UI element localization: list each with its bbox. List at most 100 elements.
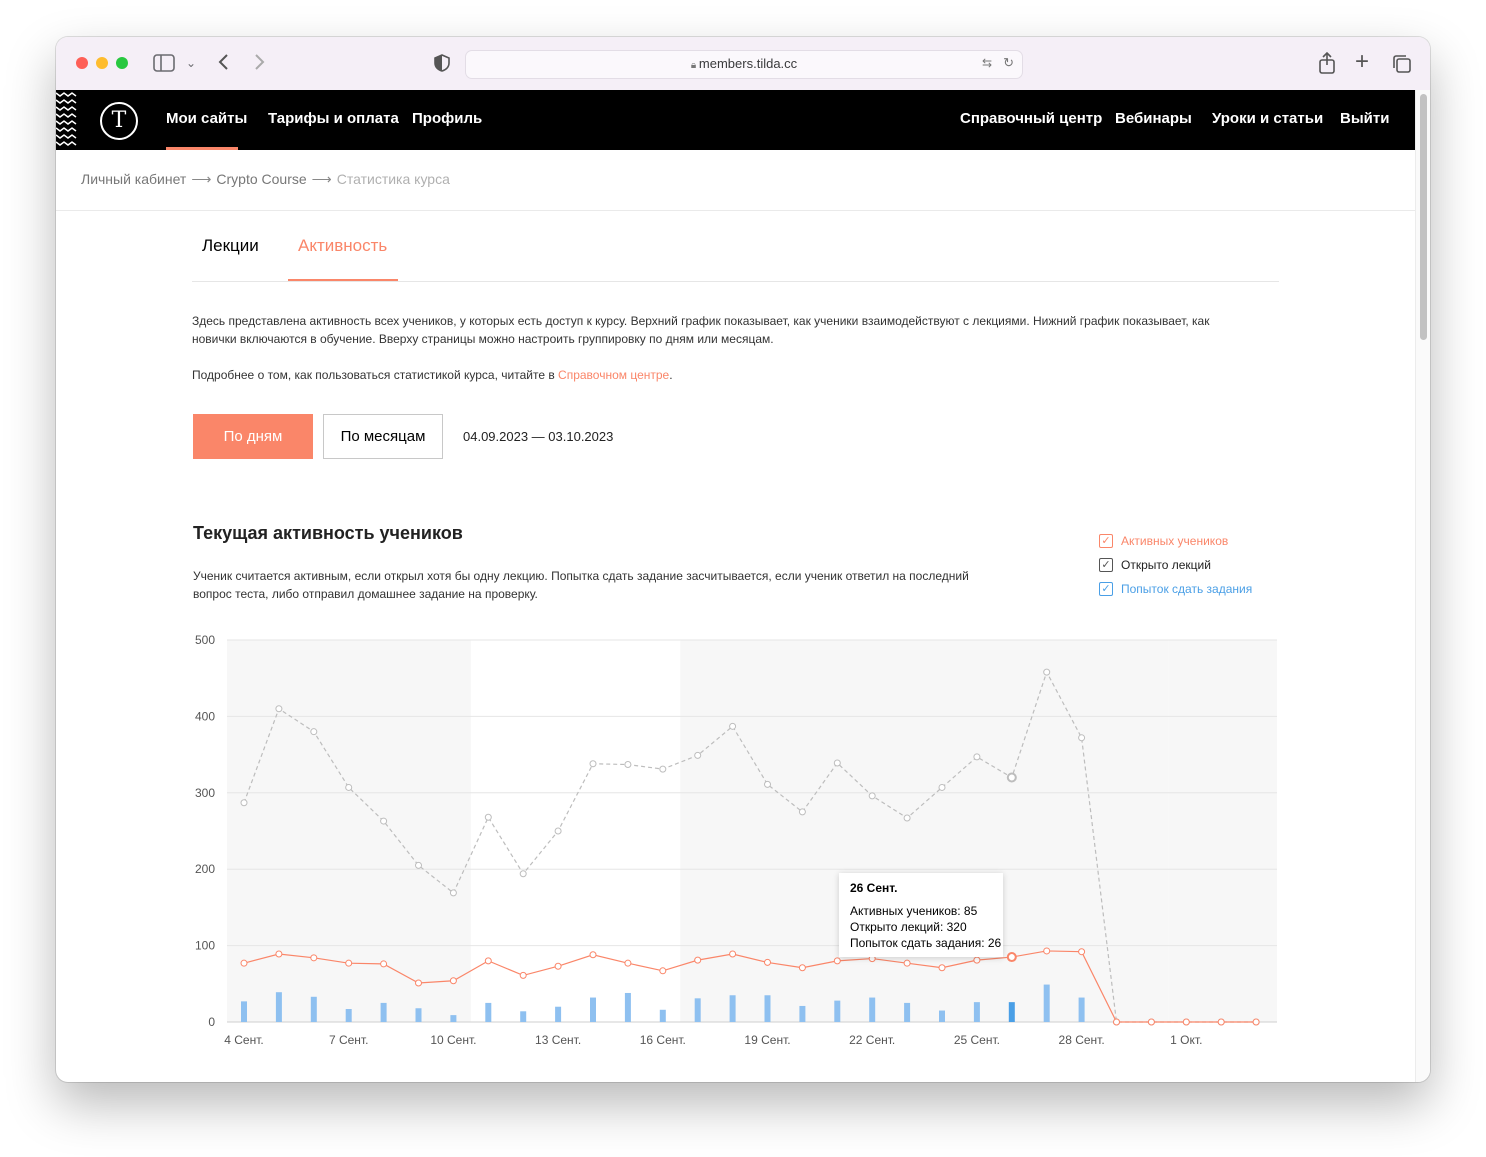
bar-submission-attempts (973, 1002, 980, 1022)
point-active-students (1217, 1018, 1225, 1026)
point-active-students (1147, 1018, 1155, 1026)
group-by-days-button[interactable]: По дням (193, 414, 313, 459)
point-opened-lectures (519, 870, 527, 878)
point-opened-lectures (868, 792, 876, 800)
nav-profile[interactable]: Профиль (412, 110, 482, 127)
help-center-link[interactable]: Справочном центре (558, 368, 669, 382)
chevron-down-icon[interactable]: ⌄ (186, 54, 196, 72)
bar-submission-attempts (310, 996, 317, 1022)
point-active-students (1252, 1018, 1260, 1026)
point-active-students (903, 959, 911, 967)
tilda-logo[interactable]: T (100, 102, 138, 140)
legend-label: Попыток сдать задания (1121, 582, 1253, 596)
point-active-students (1113, 1018, 1120, 1026)
tooltip-title: 26 Сент. (850, 881, 898, 895)
breadcrumb-arrow-icon: ⟶ (311, 171, 332, 187)
point-opened-lectures (275, 705, 283, 713)
weekend-band (924, 640, 1169, 1022)
divider (56, 210, 1415, 211)
address-bar[interactable]: 🔒︎ members.tilda.cc ⇆ ↻ (465, 50, 1023, 79)
top-navigation: T Мои сайты Тарифы и оплата Профиль Спра… (56, 90, 1415, 150)
point-active-students (589, 951, 597, 959)
bar-submission-attempts (1008, 1002, 1015, 1022)
nav-help-center[interactable]: Справочный центр (960, 110, 1102, 127)
point-opened-lectures (449, 889, 457, 897)
point-active-students (833, 957, 841, 965)
help-note-suffix: . (669, 368, 673, 382)
new-tab-icon[interactable]: + (1355, 50, 1369, 74)
tabs-overview-icon[interactable] (1392, 54, 1412, 77)
x-tick-label: 13 Сент. (535, 1033, 581, 1047)
bar-submission-attempts (275, 992, 282, 1022)
point-active-students (275, 950, 283, 958)
checkbox-icon[interactable]: ✓ (1099, 582, 1113, 596)
tooltip-active-students: Активных учеников: 85 (850, 904, 978, 918)
point-opened-lectures (938, 783, 946, 791)
point-active-students (310, 954, 318, 962)
forward-icon[interactable] (254, 53, 266, 74)
section-title: Текущая активность учеников (193, 523, 463, 543)
point-opened-lectures (624, 761, 632, 769)
point-opened-lectures (310, 728, 318, 736)
browser-titlebar: ⌄ 🔒︎ members.tilda.cc ⇆ ↻ + (56, 37, 1430, 91)
bar-submission-attempts (694, 998, 701, 1022)
tooltip-opened-lectures: Открыто лекций: 320 (850, 920, 967, 934)
nav-webinars[interactable]: Вебинары (1115, 110, 1192, 127)
bar-submission-attempts (450, 1015, 457, 1022)
point-active-students (1006, 952, 1017, 963)
point-opened-lectures (694, 751, 702, 759)
point-active-students (729, 950, 737, 958)
help-note: Подробнее о том, как пользоваться статис… (192, 366, 1252, 384)
nav-plans-billing[interactable]: Тарифы и оплата (268, 110, 399, 127)
nav-lessons-articles[interactable]: Уроки и статьи (1212, 110, 1323, 127)
checkbox-icon[interactable]: ✓ (1099, 534, 1113, 548)
help-note-prefix: Подробнее о том, как пользоваться статис… (192, 368, 559, 382)
tab-activity[interactable]: Активность (298, 236, 387, 256)
breadcrumb-course[interactable]: Crypto Course (216, 171, 306, 187)
y-tick-label: 200 (195, 862, 215, 876)
point-opened-lectures (415, 861, 422, 869)
point-active-students (380, 960, 388, 968)
scrollbar-thumb[interactable] (1420, 94, 1427, 340)
point-active-students (973, 956, 981, 964)
x-tick-label: 16 Сент. (640, 1033, 686, 1047)
checkbox-icon[interactable]: ✓ (1099, 558, 1113, 572)
translate-icon[interactable]: ⇆ (982, 56, 992, 70)
shield-icon[interactable] (434, 54, 450, 75)
y-tick-label: 500 (195, 633, 215, 647)
legend-label: Открыто лекций (1121, 558, 1211, 572)
date-range[interactable]: 04.09.2023 — 03.10.2023 (463, 429, 613, 444)
reload-icon[interactable]: ↻ (1003, 55, 1014, 71)
point-active-students (1182, 1018, 1190, 1026)
bar-submission-attempts (241, 1001, 247, 1022)
point-opened-lectures (1006, 772, 1017, 783)
breadcrumb-account[interactable]: Личный кабинет (81, 171, 186, 187)
x-tick-label: 22 Сент. (849, 1033, 895, 1047)
breadcrumb: Личный кабинет ⟶ Crypto Course ⟶ Статистика … (81, 171, 450, 188)
back-icon[interactable] (217, 53, 229, 74)
bar-submission-attempts (659, 1009, 666, 1022)
close-window-button[interactable] (76, 57, 88, 69)
sidebar-toggle-icon[interactable] (153, 54, 175, 75)
point-active-students (554, 962, 562, 970)
page-scrollbar[interactable] (1415, 90, 1430, 1082)
activity-chart[interactable]: 0 100 200 300 400 500 4 Сент. 7 Сент. 10 Сент. 13… (189, 630, 1289, 1060)
page-content: Личный кабинет ⟶ Crypto Course ⟶ Статистика … (56, 150, 1415, 1082)
nav-my-sites[interactable]: Мои сайты (166, 110, 247, 127)
minimize-window-button[interactable] (96, 57, 108, 69)
point-active-students (659, 967, 667, 975)
bar-submission-attempts (1078, 997, 1085, 1022)
point-active-students (764, 958, 771, 966)
x-tick-label: 28 Сент. (1059, 1033, 1105, 1047)
maximize-window-button[interactable] (116, 57, 128, 69)
group-by-months-button[interactable]: По месяцам (323, 414, 443, 459)
point-opened-lectures (1043, 668, 1051, 676)
x-tick-label: 25 Сент. (954, 1033, 1000, 1047)
point-opened-lectures (798, 808, 806, 816)
tab-lectures[interactable]: Лекции (202, 236, 259, 256)
nav-logout[interactable]: Выйти (1340, 110, 1389, 127)
bar-submission-attempts (380, 1002, 387, 1022)
point-active-students (484, 957, 492, 965)
share-icon[interactable] (1318, 51, 1336, 77)
bar-submission-attempts (939, 1010, 945, 1022)
